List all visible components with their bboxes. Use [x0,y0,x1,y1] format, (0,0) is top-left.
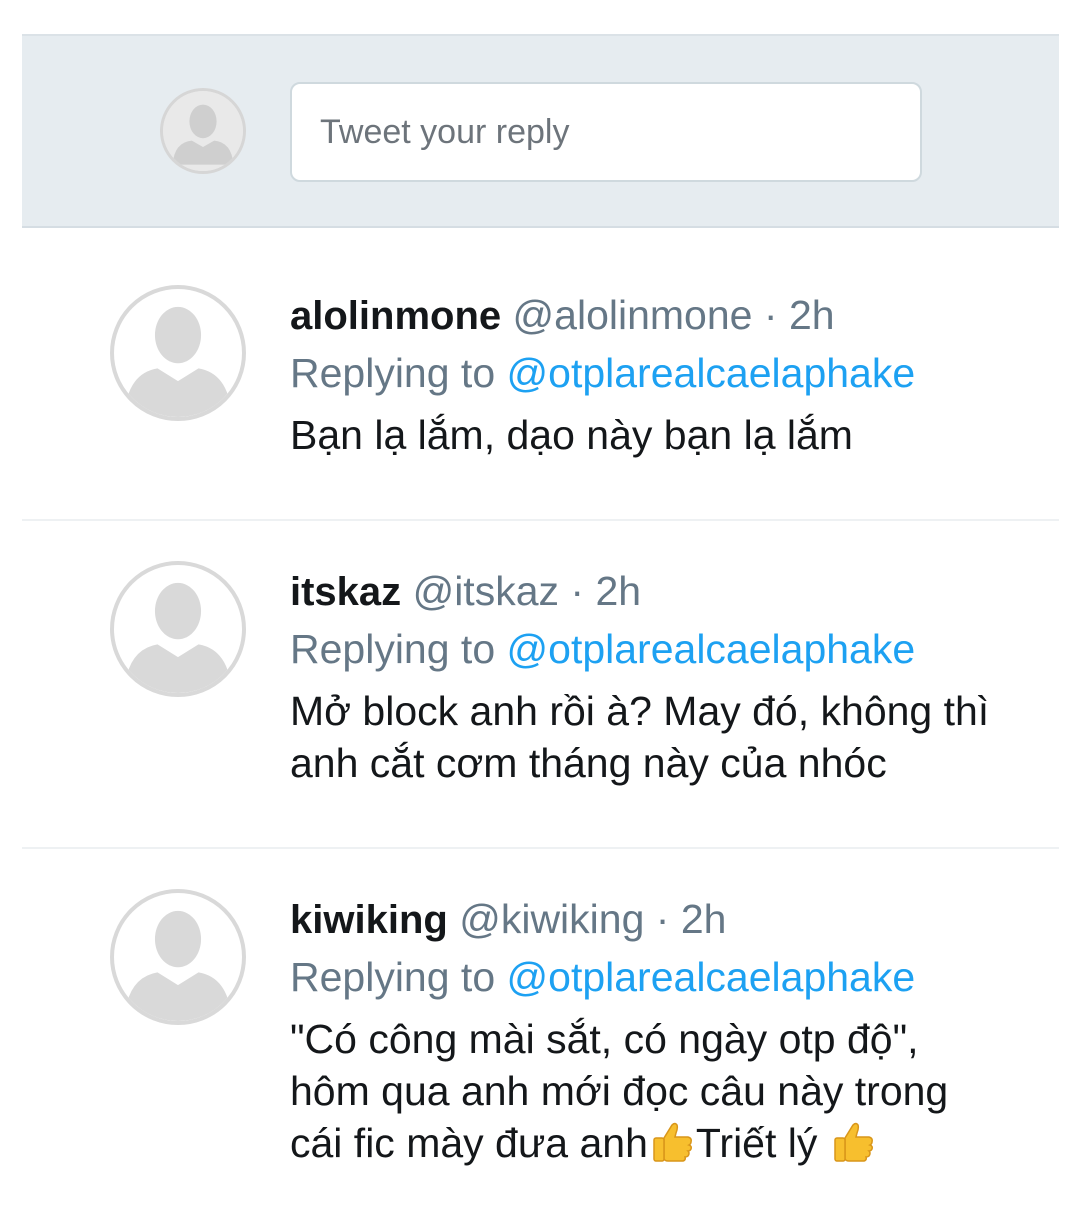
user-handle[interactable]: @itskaz [413,568,559,614]
separator-dot: · [655,896,670,942]
default-profile-icon [124,910,232,1021]
separator-dot: · [763,292,778,338]
separator-dot: · [570,568,585,614]
reply-compose-bar [22,34,1059,228]
thumbs-up-icon [829,1117,877,1165]
tweet-divider [22,519,1059,521]
tweet-time[interactable]: 2h [595,568,641,614]
display-name[interactable]: alolinmone [290,294,501,338]
tweet-text: Bạn lạ lắm, dạo này bạn lạ lắm [290,409,1059,461]
tweet-text-line: Bạn lạ lắm, dạo này bạn lạ lắm [290,412,853,458]
tweet-body: itskaz @itskaz · 2h Replying to @otplare… [290,562,1059,789]
user-handle[interactable]: @alolinmone [513,292,753,338]
replying-to-line: Replying to @otplarealcaelaphake [290,345,1059,401]
tweet-header: kiwiking @kiwiking · 2h [290,890,1059,949]
user-avatar[interactable] [110,285,246,421]
tweet-text-line: cái fic mày đưa anh Triết lý [290,1117,1059,1169]
tweet-text-fragment: cái fic mày đưa anh [290,1120,648,1166]
display-name[interactable]: kiwiking [290,898,448,942]
default-profile-icon [124,582,232,693]
user-avatar[interactable] [110,561,246,697]
tweet-text-line: hôm qua anh mới đọc câu này trong [290,1068,949,1114]
tweet-text-fragment: Triết lý [695,1120,818,1166]
replying-to-mention[interactable]: @otplarealcaelaphake [507,626,916,672]
display-name[interactable]: itskaz [290,570,401,614]
compose-avatar-icon[interactable] [160,88,246,174]
thumbs-up-icon [648,1117,696,1165]
tweet-header: alolinmone @alolinmone · 2h [290,286,1059,345]
tweet-body: alolinmone @alolinmone · 2h Replying to … [290,286,1059,461]
replying-to-label: Replying to [290,954,496,1000]
tweet-item[interactable]: alolinmone @alolinmone · 2h Replying to … [22,283,1059,503]
replying-to-line: Replying to @otplarealcaelaphake [290,621,1059,677]
tweet-text-line: Mở block anh rồi à? May đó, không thì [290,688,990,734]
replying-to-line: Replying to @otplarealcaelaphake [290,949,1059,1005]
tweet-text-line: anh cắt cơm tháng này của nhóc [290,740,887,786]
tweet-header: itskaz @itskaz · 2h [290,562,1059,621]
tweet-time[interactable]: 2h [789,292,835,338]
tweet-item[interactable]: itskaz @itskaz · 2h Replying to @otplare… [22,559,1059,819]
tweet-text-line: "Có công mài sắt, có ngày otp độ", [290,1016,919,1062]
tweet-time[interactable]: 2h [681,896,727,942]
user-handle[interactable]: @kiwiking [459,896,644,942]
tweet-reply-input[interactable] [290,82,922,182]
default-profile-icon [124,306,232,417]
tweet-divider [22,847,1059,849]
replying-to-label: Replying to [290,350,496,396]
default-profile-icon [163,91,243,171]
replying-to-label: Replying to [290,626,496,672]
tweet-item[interactable]: kiwiking @kiwiking · 2h Replying to @otp… [22,887,1059,1207]
replying-to-mention[interactable]: @otplarealcaelaphake [507,954,916,1000]
user-avatar[interactable] [110,889,246,1025]
tweet-text: "Có công mài sắt, có ngày otp độ", hôm q… [290,1013,1059,1169]
tweet-text: Mở block anh rồi à? May đó, không thì an… [290,685,1059,789]
replying-to-mention[interactable]: @otplarealcaelaphake [507,350,916,396]
tweet-body: kiwiking @kiwiking · 2h Replying to @otp… [290,890,1059,1169]
